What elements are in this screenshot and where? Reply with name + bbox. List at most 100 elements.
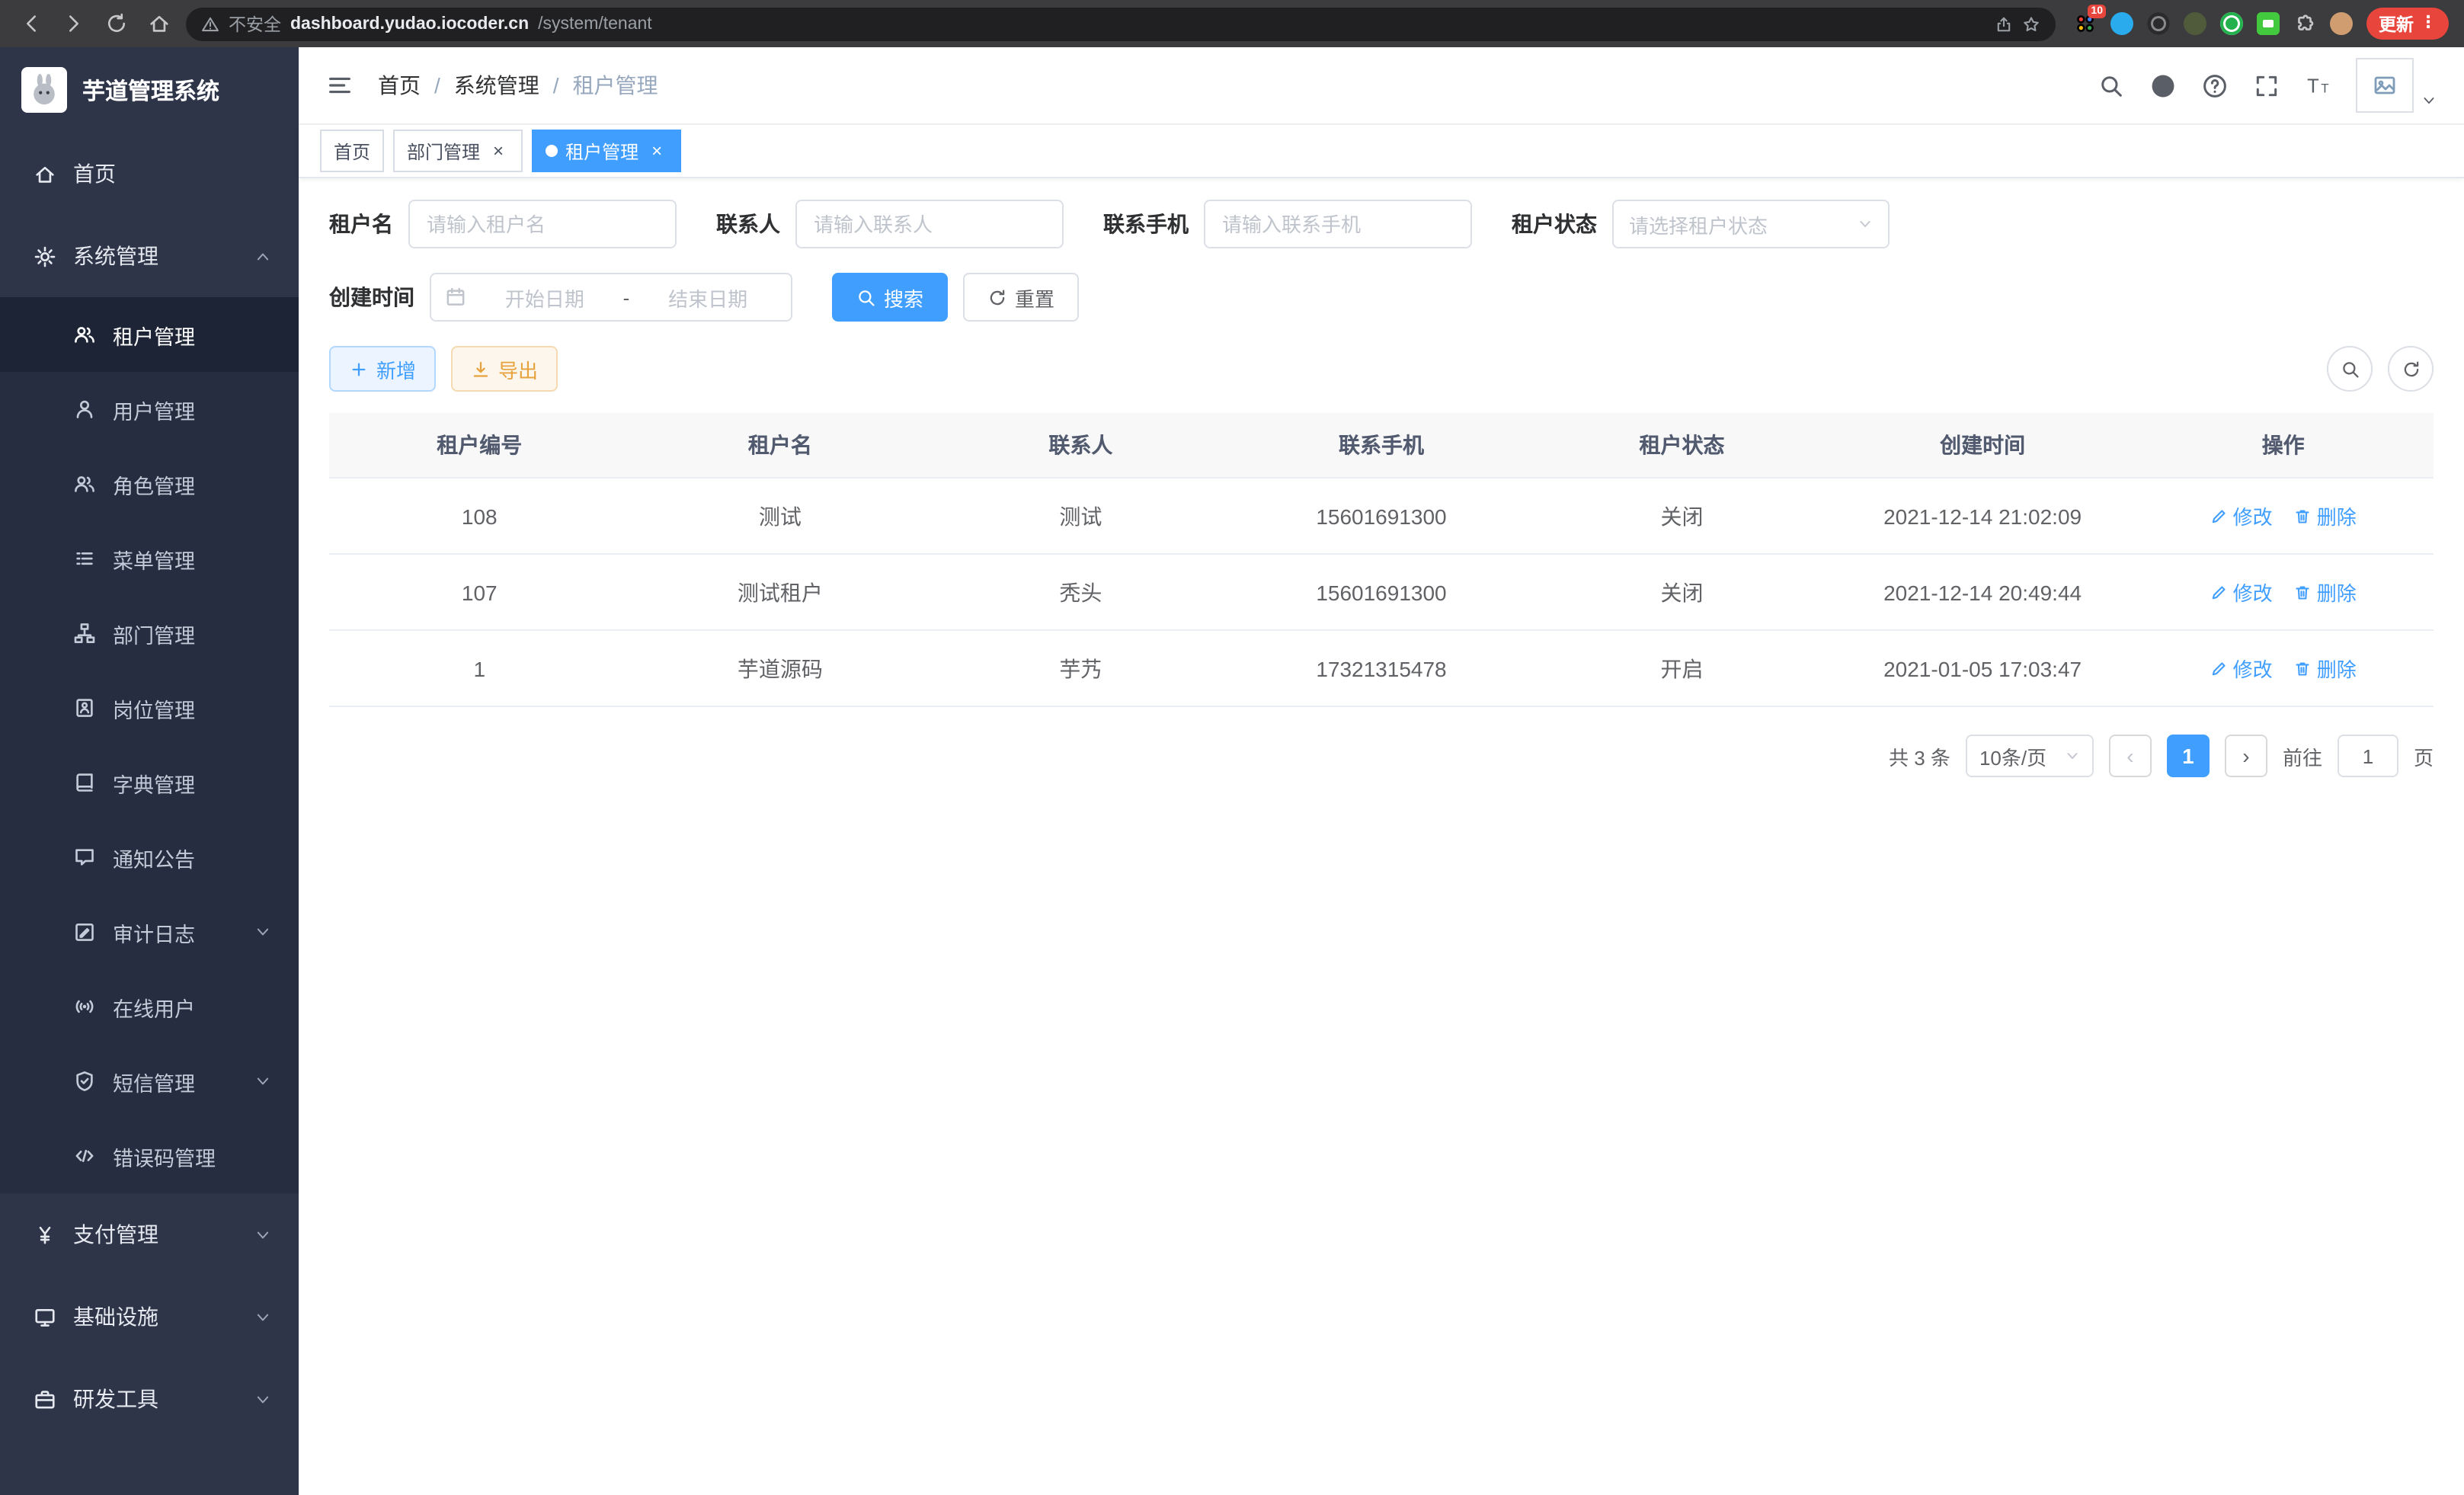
prev-page-button[interactable]: ‹ <box>2109 735 2152 777</box>
forward-button[interactable] <box>58 8 88 39</box>
sidebar-item-dict[interactable]: 字典管理 <box>0 745 299 820</box>
refresh-table-button[interactable] <box>2388 346 2434 392</box>
svg-text:T: T <box>2321 81 2328 95</box>
sidebar-item-label: 基础设施 <box>73 1301 158 1332</box>
close-icon[interactable]: × <box>646 140 667 162</box>
edit-icon <box>2210 659 2229 677</box>
app-logo[interactable]: 芋道管理系统 <box>0 47 299 133</box>
share-icon[interactable] <box>1995 14 2013 33</box>
log-icon <box>73 920 96 943</box>
next-page-button[interactable]: › <box>2225 735 2267 777</box>
reload-button[interactable] <box>101 8 131 39</box>
delete-label: 删除 <box>2317 578 2357 607</box>
delete-link[interactable]: 删除 <box>2294 501 2357 530</box>
sidebar-item-notice[interactable]: 通知公告 <box>0 820 299 895</box>
export-button[interactable]: 导出 <box>451 346 558 392</box>
search-icon[interactable] <box>2098 72 2124 98</box>
extensions-puzzle-icon[interactable] <box>2293 12 2316 35</box>
table-toolbar: 新增 导出 <box>329 346 2434 392</box>
ext-olive-icon[interactable] <box>2184 12 2206 35</box>
ext-camera-icon[interactable] <box>2147 12 2170 35</box>
filter-row-2: 创建时间 开始日期 - 结束日期 搜索 <box>329 273 2434 322</box>
sidebar-item-home[interactable]: 首页 <box>0 133 299 215</box>
breadcrumb-system[interactable]: 系统管理 <box>454 70 539 101</box>
delete-link[interactable]: 删除 <box>2294 578 2357 607</box>
sidebar-item-sms[interactable]: 短信管理 <box>0 1044 299 1119</box>
create-time-label: 创建时间 <box>329 282 414 312</box>
sidebar-menu: 首页系统管理租户管理用户管理角色管理菜单管理部门管理岗位管理字典管理通知公告审计… <box>0 133 299 1440</box>
home-button[interactable] <box>143 8 174 39</box>
ext-colordots-icon[interactable]: 10 <box>2074 12 2097 35</box>
sidebar-item-tenant[interactable]: 租户管理 <box>0 297 299 372</box>
question-icon[interactable] <box>2202 72 2228 98</box>
sidebar-item-user[interactable]: 用户管理 <box>0 372 299 447</box>
edit-link[interactable]: 修改 <box>2210 654 2273 683</box>
mobile-field: 联系手机 <box>1103 200 1472 248</box>
sidebar-item-tool[interactable]: 研发工具 <box>0 1358 299 1440</box>
edit-link[interactable]: 修改 <box>2210 578 2273 607</box>
ext-blue-icon[interactable] <box>2110 12 2133 35</box>
toggle-search-button[interactable] <box>2327 346 2373 392</box>
back-button[interactable] <box>15 8 46 39</box>
ext-green-square-icon[interactable] <box>2257 12 2280 35</box>
sidebar-item-label: 租户管理 <box>113 319 195 350</box>
status-label: 租户状态 <box>1512 209 1597 239</box>
cell-status: 开启 <box>1531 630 1832 706</box>
tab-dept[interactable]: 部门管理× <box>393 130 523 172</box>
tab-tenant[interactable]: 租户管理× <box>532 130 681 172</box>
sidebar-item-pay[interactable]: 支付管理 <box>0 1193 299 1276</box>
sidebar-item-online-user[interactable]: 在线用户 <box>0 969 299 1044</box>
edit-link[interactable]: 修改 <box>2210 501 2273 530</box>
close-icon[interactable]: × <box>488 140 509 162</box>
sidebar-item-error-code[interactable]: 错误码管理 <box>0 1119 299 1193</box>
cell-id: 1 <box>329 630 630 706</box>
reset-button[interactable]: 重置 <box>963 273 1079 322</box>
sidebar-item-dept[interactable]: 部门管理 <box>0 596 299 671</box>
breadcrumb-separator: / <box>434 73 440 98</box>
github-icon[interactable] <box>2150 72 2176 98</box>
sidebar-item-system[interactable]: 系统管理 <box>0 215 299 297</box>
search-button[interactable]: 搜索 <box>832 273 948 322</box>
cell-mobile: 17321315478 <box>1231 630 1532 706</box>
date-range-picker[interactable]: 开始日期 - 结束日期 <box>430 273 792 322</box>
sidebar-item-infra[interactable]: 基础设施 <box>0 1276 299 1358</box>
kebab-menu-icon: ⋮ <box>2420 15 2437 32</box>
column-header: 租户名 <box>630 413 931 478</box>
goto-page-input[interactable] <box>2338 735 2398 777</box>
add-button[interactable]: 新增 <box>329 346 436 392</box>
status-field: 租户状态 请选择租户状态 <box>1512 200 1890 248</box>
mobile-input[interactable] <box>1204 200 1472 248</box>
tenant-name-field: 租户名 <box>329 200 677 248</box>
user-menu[interactable] <box>2356 58 2437 113</box>
status-select[interactable]: 请选择租户状态 <box>1612 200 1890 248</box>
browser-toolbar: 不安全 dashboard.yudao.iocoder.cn/system/te… <box>0 0 2464 47</box>
bookmark-star-icon[interactable] <box>2022 14 2040 33</box>
sidebar-item-role[interactable]: 角色管理 <box>0 447 299 521</box>
user-icon <box>73 398 96 421</box>
sidebar-item-label: 岗位管理 <box>113 693 195 723</box>
sidebar-item-post[interactable]: 岗位管理 <box>0 671 299 745</box>
toolbar-left: 新增 导出 <box>329 346 2312 392</box>
fullscreen-icon[interactable] <box>2254 72 2280 98</box>
contact-input[interactable] <box>795 200 1064 248</box>
tab-home[interactable]: 首页 <box>320 130 384 172</box>
cell-name: 测试 <box>630 478 931 554</box>
page-size-select[interactable]: 10条/页 <box>1966 735 2094 777</box>
column-header: 联系手机 <box>1231 413 1532 478</box>
chrome-update-button[interactable]: 更新 ⋮ <box>2366 8 2449 40</box>
hamburger-icon[interactable] <box>326 72 354 99</box>
delete-icon <box>2294 507 2312 525</box>
delete-link[interactable]: 删除 <box>2294 654 2357 683</box>
breadcrumb-home[interactable]: 首页 <box>378 70 421 101</box>
font-size-icon[interactable]: TT <box>2306 72 2331 98</box>
sidebar-item-audit-log[interactable]: 审计日志 <box>0 895 299 969</box>
profile-avatar-icon[interactable] <box>2330 12 2353 35</box>
online-icon <box>73 995 96 1018</box>
page-number-button[interactable]: 1 <box>2167 735 2210 777</box>
tenant-name-input[interactable] <box>408 200 677 248</box>
filter-row-1: 租户名 联系人 联系手机 租户状态 请选择租户状态 <box>329 200 2434 248</box>
address-bar[interactable]: 不安全 dashboard.yudao.iocoder.cn/system/te… <box>186 7 2056 40</box>
sidebar-item-menu[interactable]: 菜单管理 <box>0 521 299 596</box>
ext-green-circle-icon[interactable] <box>2220 12 2243 35</box>
refresh-icon <box>987 287 1007 307</box>
